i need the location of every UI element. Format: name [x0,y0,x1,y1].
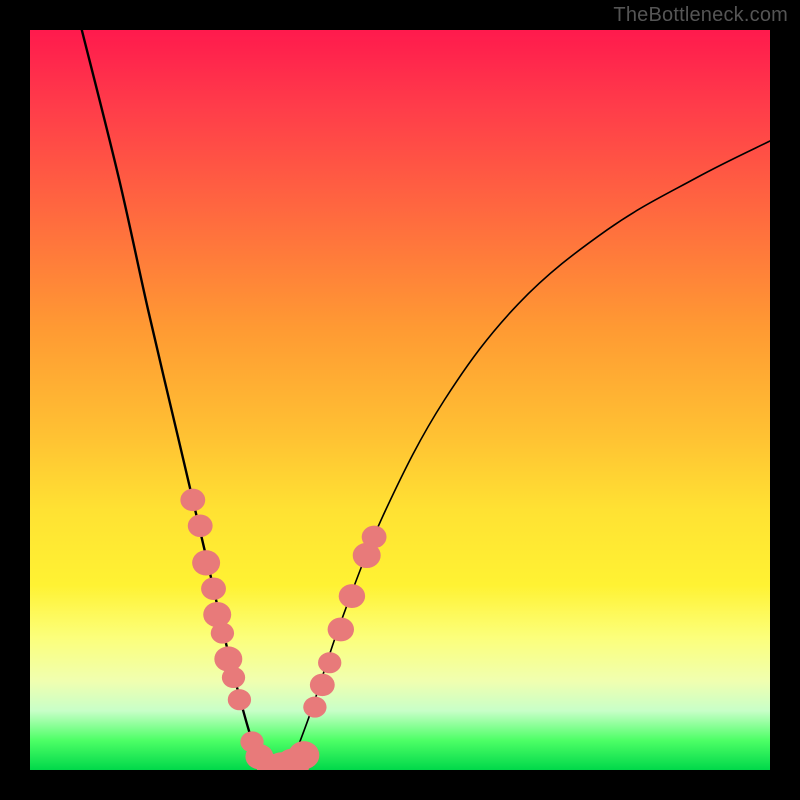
curve-right-branch [289,141,770,770]
scatter-dot [211,623,234,644]
chart-frame: TheBottleneck.com [0,0,800,800]
scatter-dot [188,515,213,538]
watermark-text: TheBottleneck.com [613,4,788,27]
scatter-dot [288,741,319,769]
scatter-dot [180,489,205,512]
scatter-dot [192,550,220,575]
scatter-dot [310,674,335,697]
scatter-dot [328,617,354,641]
scatter-dot [228,689,251,710]
scatter-dot [303,697,326,718]
scatter-dot [339,584,365,608]
plot-area [30,30,770,770]
scatter-points [180,489,386,770]
scatter-dot [318,652,341,673]
scatter-dot [222,667,245,688]
chart-svg [30,30,770,770]
scatter-dot [201,577,226,600]
scatter-dot [362,526,387,549]
